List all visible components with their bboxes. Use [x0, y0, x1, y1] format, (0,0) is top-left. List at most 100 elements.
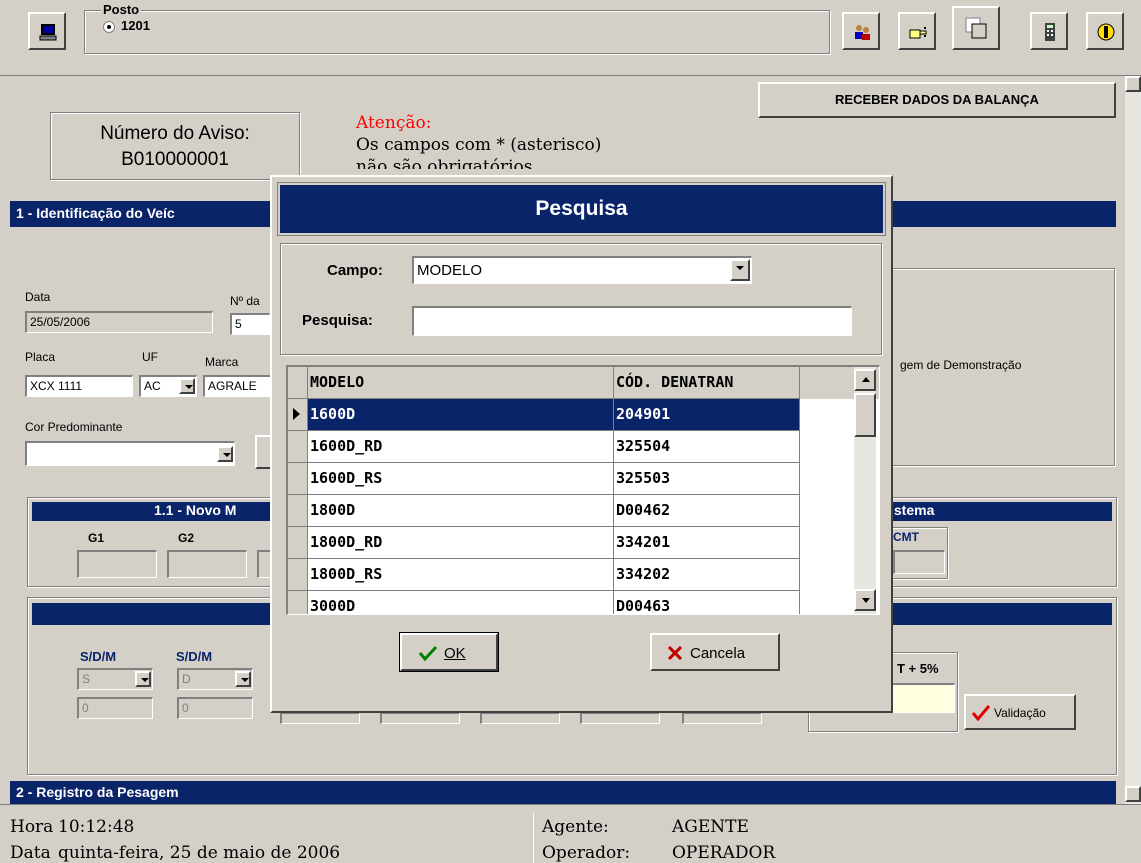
grid-scroll-thumb[interactable]	[854, 393, 876, 437]
sdm2-label: S/D/M	[176, 649, 213, 664]
row-indicator-header	[288, 367, 308, 399]
exit-button[interactable]	[1086, 12, 1124, 50]
cell-cod-denatran[interactable]: D00463	[614, 591, 800, 614]
nro-label: Nº da	[230, 294, 260, 308]
g1-label: G1	[88, 531, 105, 545]
nro-field[interactable]: 5	[230, 313, 270, 335]
calculator-icon	[1045, 23, 1055, 41]
section2-title: 2 - Registro da Pesagem	[16, 784, 179, 800]
cell-cod-denatran[interactable]: 204901	[614, 399, 800, 431]
row-indicator[interactable]	[288, 495, 308, 527]
cor-label: Cor Predominante	[25, 420, 123, 434]
row-indicator[interactable]	[288, 591, 308, 614]
dialog-buttons-area: OK Cancela	[286, 615, 880, 677]
cell-modelo[interactable]: 1600D_RD	[308, 431, 614, 463]
cell-modelo[interactable]: 1600D_RS	[308, 463, 614, 495]
cancel-button[interactable]: Cancela	[650, 633, 780, 671]
row-indicator[interactable]	[288, 559, 308, 591]
computer-button[interactable]	[28, 12, 66, 50]
atencao-title: Atenção:	[356, 113, 432, 133]
column-header-cod-denatran[interactable]: CÓD. DENATRAN	[614, 367, 800, 399]
cmt-label: CMT	[893, 530, 919, 544]
cell-modelo[interactable]: 1600D	[308, 399, 614, 431]
receber-dados-button[interactable]: RECEBER DADOS DA BALANÇA	[758, 82, 1116, 118]
chevron-down-icon	[862, 598, 870, 603]
table-row[interactable]: 1600D_RS 325503	[288, 463, 879, 495]
campo-select[interactable]: MODELO	[412, 256, 752, 284]
results-grid[interactable]: MODELO CÓD. DENATRAN 1600D 204901 1600D_RD…	[286, 365, 880, 615]
grid-scrollbar[interactable]	[854, 367, 876, 614]
cell-cod-denatran[interactable]: 325504	[614, 431, 800, 463]
status-bar: Hora 10:12:48 Data quinta-feira, 25 de m…	[0, 804, 1141, 863]
val7-field	[682, 712, 762, 724]
table-row[interactable]: 3000D D00463	[288, 591, 879, 614]
exit-icon	[1097, 23, 1115, 41]
sdm1-value: S	[82, 672, 91, 686]
atencao-line2: não são obrigatórios	[356, 157, 533, 169]
uf-select[interactable]: AC	[139, 375, 197, 397]
users-button[interactable]	[842, 12, 880, 50]
table-row[interactable]: 1800D_RS 334202	[288, 559, 879, 591]
cell-cod-denatran[interactable]: 334202	[614, 559, 800, 591]
cell-modelo[interactable]: 3000D	[308, 591, 614, 614]
row-indicator[interactable]	[288, 527, 308, 559]
ok-button[interactable]: OK	[399, 632, 499, 672]
pesquisa-input[interactable]	[412, 306, 852, 336]
close-icon	[668, 646, 682, 660]
grid-scroll-down[interactable]	[854, 589, 876, 611]
val2-field: 0	[177, 697, 253, 719]
windows-button[interactable]	[952, 6, 1000, 50]
main-scrollbar[interactable]	[1125, 76, 1141, 804]
val1-field: 0	[77, 697, 153, 719]
calculator-button[interactable]	[1030, 12, 1068, 50]
chevron-down-icon[interactable]	[217, 446, 233, 462]
sdm1-select: S	[77, 668, 153, 690]
row-indicator[interactable]	[288, 431, 308, 463]
column-header-modelo[interactable]: MODELO	[308, 367, 614, 399]
chevron-down-icon[interactable]	[730, 259, 750, 281]
row-pointer-icon[interactable]	[288, 399, 308, 431]
top-toolbar: Posto 1201	[0, 0, 1141, 76]
grid-scroll-up[interactable]	[854, 369, 876, 391]
table-row[interactable]: 1600D 204901	[288, 399, 879, 431]
pesquisa-label: Pesquisa:	[302, 312, 373, 329]
pointer-button[interactable]	[898, 12, 936, 50]
chevron-down-icon[interactable]	[179, 378, 195, 394]
checkmark-icon	[972, 705, 990, 721]
cell-modelo[interactable]: 1800D_RS	[308, 559, 614, 591]
grid-header: MODELO CÓD. DENATRAN	[288, 367, 879, 399]
pesquisa-dialog: Pesquisa Campo: MODELO Pesquisa: MODELO …	[270, 175, 893, 713]
g2-field	[167, 550, 247, 578]
checkmark-icon	[418, 645, 438, 661]
validacao-button[interactable]: Validação	[964, 694, 1076, 730]
ok-label: OK	[444, 645, 466, 662]
placa-field[interactable]: XCX 1111	[25, 375, 133, 397]
row-indicator[interactable]	[288, 463, 308, 495]
aviso-label: Número do Aviso:	[100, 123, 250, 144]
cell-modelo[interactable]: 1800D	[308, 495, 614, 527]
marca-field[interactable]: AGRALE	[203, 375, 273, 397]
scroll-up-button[interactable]	[1125, 76, 1141, 92]
data-label: Data	[25, 290, 51, 304]
posto-radio[interactable]	[103, 21, 115, 33]
cell-modelo[interactable]: 1800D_RD	[308, 527, 614, 559]
posto-label: Posto	[101, 2, 142, 17]
data-status-value: quinta-feira, 25 de maio de 2006	[58, 843, 341, 863]
cor-select[interactable]	[25, 441, 235, 466]
cell-cod-denatran[interactable]: 325503	[614, 463, 800, 495]
hora-label: Hora	[10, 817, 54, 837]
operador-value: OPERADOR	[672, 843, 776, 863]
users-icon	[855, 25, 870, 40]
cmt-box: CMT	[890, 527, 948, 579]
operador-label: Operador:	[542, 843, 631, 863]
cell-cod-denatran[interactable]: D00462	[614, 495, 800, 527]
marca-label: Marca	[205, 355, 239, 369]
cell-cod-denatran[interactable]: 334201	[614, 527, 800, 559]
scroll-down-button[interactable]	[1125, 786, 1141, 802]
t5-field	[889, 683, 955, 713]
table-row[interactable]: 1800D_RD 334201	[288, 527, 879, 559]
campo-value: MODELO	[417, 262, 483, 279]
cmt-field	[893, 550, 945, 574]
table-row[interactable]: 1600D_RD 325504	[288, 431, 879, 463]
table-row[interactable]: 1800D D00462	[288, 495, 879, 527]
